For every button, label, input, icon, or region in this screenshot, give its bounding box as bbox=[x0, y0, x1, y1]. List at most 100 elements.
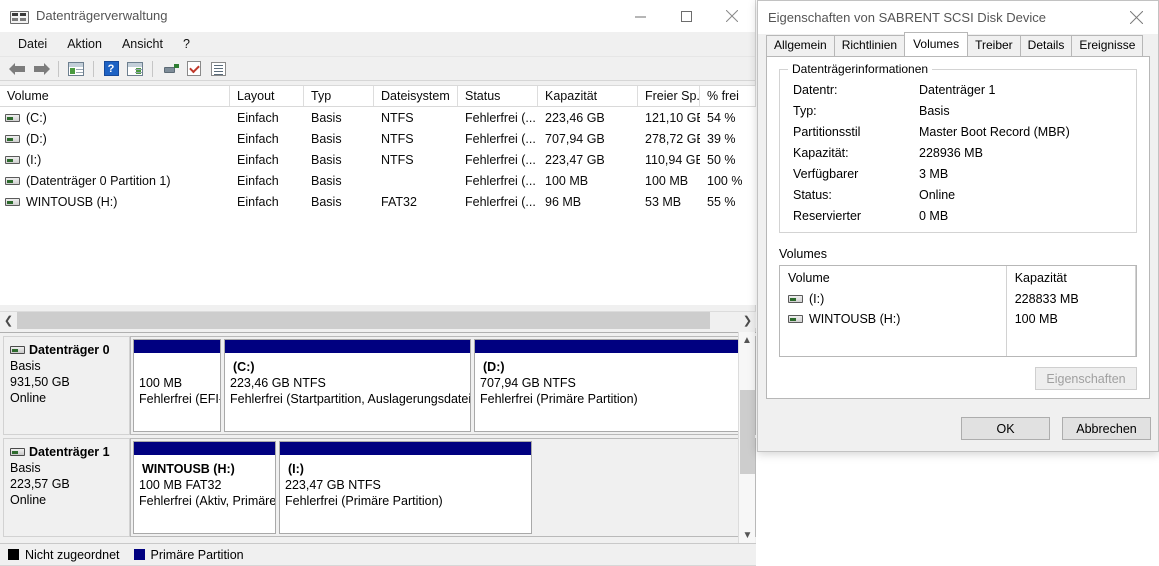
toolbar-separator bbox=[58, 60, 59, 77]
cell-dateisystem: NTFS bbox=[381, 110, 414, 125]
arrow-right-icon bbox=[33, 62, 50, 75]
scroll-right-icon[interactable]: ❯ bbox=[739, 312, 756, 329]
tab-allgemein[interactable]: Allgemein bbox=[766, 35, 835, 56]
show-action-pane-button[interactable] bbox=[124, 59, 146, 79]
cell-kapazitaet: 223,47 GB bbox=[545, 152, 605, 167]
dialog-title: Eigenschaften von SABRENT SCSI Disk Devi… bbox=[768, 10, 1046, 25]
partition-block[interactable]: (D:) 707,94 GB NTFS Fehlerfrei (Primäre Pa… bbox=[474, 339, 742, 432]
graphical-view-vertical-scrollbar[interactable]: ▲ ▼ bbox=[738, 332, 755, 544]
ok-button[interactable]: OK bbox=[961, 417, 1050, 440]
scroll-down-icon[interactable]: ▼ bbox=[739, 527, 756, 544]
legend-item: Nicht zugeordnet bbox=[8, 548, 120, 562]
disk-properties-dialog: Eigenschaften von SABRENT SCSI Disk Devi… bbox=[757, 0, 1159, 452]
partition-block[interactable]: (C:) 223,46 GB NTFS Fehlerfrei (Startparti… bbox=[224, 339, 471, 432]
forward-button[interactable] bbox=[30, 59, 52, 79]
volume-list: Volume Layout Typ Dateisystem Status Kapazitä… bbox=[0, 85, 756, 305]
minimize-button[interactable] bbox=[617, 0, 663, 32]
menu-item-datei[interactable]: Datei bbox=[8, 35, 57, 53]
info-key: Kapazität: bbox=[793, 146, 849, 160]
rescan-disks-button[interactable] bbox=[159, 59, 181, 79]
column-header-frei[interactable]: % frei bbox=[700, 86, 756, 106]
disk-name-row: Datenträger 1 bbox=[10, 445, 129, 459]
check-button[interactable] bbox=[183, 59, 205, 79]
column-header-volume[interactable]: Volume bbox=[0, 86, 230, 106]
cell-volume: WINTOUSB (H:) bbox=[0, 195, 230, 209]
partition-size: 100 MB bbox=[139, 376, 183, 390]
drive-icon bbox=[5, 134, 20, 143]
cell-layout: Einfach bbox=[237, 131, 279, 146]
dialog-close-button[interactable] bbox=[1114, 1, 1158, 34]
column-header-typ[interactable]: Typ bbox=[304, 86, 374, 106]
dialog-volume-row[interactable]: WINTOUSB (H:) bbox=[780, 309, 1006, 329]
drive-icon bbox=[5, 197, 20, 206]
properties-toolbar-button[interactable] bbox=[207, 59, 229, 79]
drive-icon bbox=[788, 315, 803, 323]
legend-swatch bbox=[8, 549, 19, 560]
scroll-thumb[interactable] bbox=[740, 390, 755, 474]
volume-row[interactable]: (C:) Einfach Basis NTFS Fehlerfrei (... 223,4… bbox=[0, 107, 756, 128]
screen: nträger (C:)nträger (D:) (F:) (G:) Dokum… bbox=[0, 0, 1159, 566]
tab-richtlinien[interactable]: Richtlinien bbox=[833, 35, 906, 56]
toolbar: ? bbox=[0, 57, 755, 81]
column-header-status[interactable]: Status bbox=[458, 86, 538, 106]
volume-row[interactable]: (Datenträger 0 Partition 1) Einfach Basis F… bbox=[0, 170, 756, 191]
scroll-left-icon[interactable]: ❮ bbox=[0, 312, 17, 329]
partition-block[interactable]: WINTOUSB (H:) 100 MB FAT32 Fehlerfrei (Akt… bbox=[133, 441, 276, 534]
partition-block[interactable]: (I:) 223,47 GB NTFS Fehlerfrei (Primäre Pa… bbox=[279, 441, 532, 534]
help-button[interactable]: ? bbox=[100, 59, 122, 79]
cell-status: Fehlerfrei (... bbox=[465, 152, 536, 167]
drive-icon bbox=[5, 113, 20, 122]
partition-text: (C:) 223,46 GB NTFS Fehlerfrei (Startparti… bbox=[230, 359, 470, 407]
info-value: 228936 MB bbox=[919, 146, 983, 160]
back-button[interactable] bbox=[6, 59, 28, 79]
dialog-tabs: Allgemein Richtlinien Volumes Treiber Detail… bbox=[758, 32, 1158, 56]
disk-info-panel[interactable]: Datenträger 1 Basis 223,57 GB Online bbox=[3, 438, 130, 537]
drive-icon bbox=[788, 295, 803, 303]
volume-properties-button[interactable]: Eigenschaften bbox=[1035, 367, 1137, 390]
info-key: Typ: bbox=[793, 104, 817, 118]
action-pane-icon bbox=[127, 61, 143, 76]
partition-color-bar bbox=[134, 442, 275, 455]
column-header-kapazitt[interactable]: Kapazität bbox=[538, 86, 638, 106]
tab-ereignisse[interactable]: Ereignisse bbox=[1071, 35, 1144, 56]
column-header-freiersp[interactable]: Freier Sp... bbox=[638, 86, 700, 106]
partition-label bbox=[142, 359, 215, 375]
cell-prozent: 100 % bbox=[707, 173, 743, 188]
dialog-volume-row[interactable]: (I:) bbox=[780, 289, 1006, 309]
show-hide-console-tree-button[interactable] bbox=[65, 59, 87, 79]
volume-label: (I:) bbox=[26, 152, 42, 167]
dialog-volumes-list[interactable]: Volume (I:) WINTOUSB (H:) Kapazität 22883… bbox=[779, 265, 1137, 357]
volume-row[interactable]: (I:) Einfach Basis NTFS Fehlerfrei (... 223,4… bbox=[0, 149, 756, 170]
disk-size: 223,57 GB bbox=[10, 477, 70, 491]
partition-label: (D:) bbox=[483, 360, 505, 374]
menu-item-aktion[interactable]: Aktion bbox=[57, 35, 112, 53]
tab-volumes[interactable]: Volumes bbox=[904, 32, 969, 56]
maximize-button[interactable] bbox=[663, 0, 709, 32]
disk-info-panel[interactable]: Datenträger 0 Basis 931,50 GB Online bbox=[3, 336, 130, 435]
cell-status: Fehlerfrei (... bbox=[465, 110, 536, 125]
scroll-track[interactable] bbox=[17, 311, 739, 329]
disk-name: Datenträger 1 bbox=[29, 445, 110, 459]
connect-drive-icon bbox=[162, 63, 179, 75]
menu-item-[interactable]: ? bbox=[173, 35, 200, 53]
volume-list-horizontal-scrollbar[interactable]: ❮ ❯ bbox=[0, 311, 756, 329]
volume-label: (D:) bbox=[26, 131, 47, 146]
scroll-thumb[interactable] bbox=[17, 311, 711, 329]
dialog-volume-label: WINTOUSB (H:) bbox=[809, 312, 901, 326]
column-header-dateisystem[interactable]: Dateisystem bbox=[374, 86, 458, 106]
menu-item-ansicht[interactable]: Ansicht bbox=[112, 35, 173, 53]
info-value: Basis bbox=[919, 104, 950, 118]
cell-frei: 110,94 GB bbox=[645, 152, 700, 167]
cell-status: Fehlerfrei (... bbox=[465, 194, 536, 209]
tab-treiber[interactable]: Treiber bbox=[967, 35, 1021, 56]
partition-block[interactable]: 100 MB Fehlerfrei (EFI- bbox=[133, 339, 221, 432]
volume-row[interactable]: WINTOUSB (H:) Einfach Basis FAT32 Fehlerfrei… bbox=[0, 191, 756, 212]
cancel-button[interactable]: Abbrechen bbox=[1062, 417, 1151, 440]
close-button[interactable] bbox=[709, 0, 755, 32]
tab-details[interactable]: Details bbox=[1019, 35, 1073, 56]
partition-size: 707,94 GB NTFS bbox=[480, 376, 576, 390]
scroll-up-icon[interactable]: ▲ bbox=[739, 332, 755, 349]
dialog-volume-capacity: 228833 MB bbox=[1014, 292, 1079, 306]
volume-row[interactable]: (D:) Einfach Basis NTFS Fehlerfrei (... 707,9… bbox=[0, 128, 756, 149]
column-header-layout[interactable]: Layout bbox=[230, 86, 304, 106]
